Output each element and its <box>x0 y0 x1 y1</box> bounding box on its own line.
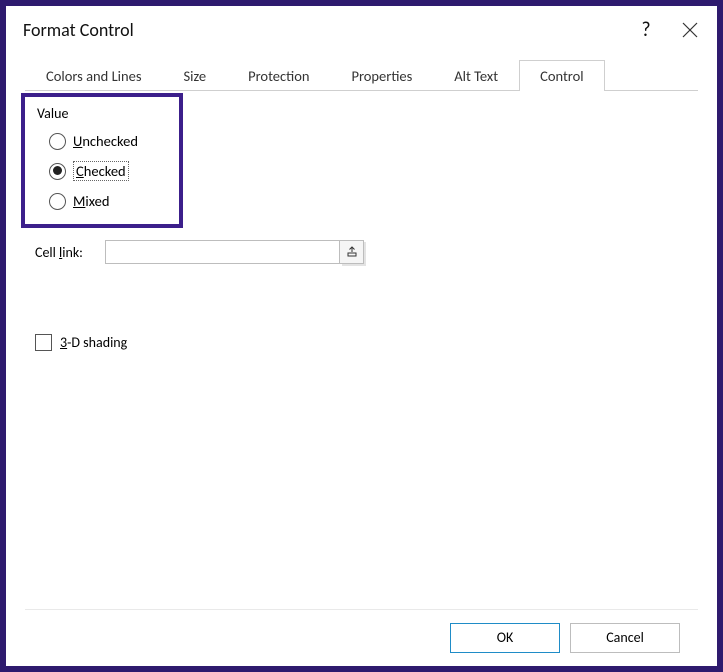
value-radio-group: Unchecked Checked Mixed <box>35 132 692 210</box>
close-button[interactable] <box>668 10 712 50</box>
shading-label: 3-D shading <box>60 334 127 351</box>
radio-input-icon <box>49 133 66 150</box>
dialog-body: Colors and Lines Size Protection Propert… <box>7 53 716 665</box>
tab-strip: Colors and Lines Size Protection Propert… <box>25 59 698 91</box>
radio-checked-label: Checked <box>73 161 129 181</box>
cell-link-input[interactable] <box>105 240 340 264</box>
refedit-icon <box>346 246 358 258</box>
radio-checked[interactable]: Checked <box>49 161 692 181</box>
shading-row[interactable]: 3-D shading <box>31 334 692 351</box>
radio-unchecked-label: Unchecked <box>73 132 138 150</box>
value-section-label: Value <box>35 105 692 122</box>
radio-mixed[interactable]: Mixed <box>49 192 692 210</box>
cell-link-row: Cell link: <box>31 240 692 264</box>
close-icon <box>682 22 698 38</box>
tab-properties[interactable]: Properties <box>330 60 433 91</box>
help-button[interactable]: ? <box>624 10 668 50</box>
dialog-title: Format Control <box>23 19 624 41</box>
value-section: Value Unchecked Checked Mixed <box>31 101 692 210</box>
tab-size[interactable]: Size <box>163 60 228 91</box>
tab-content-control: Value Unchecked Checked Mixed <box>25 91 698 609</box>
format-control-dialog: Format Control ? Colors and Lines Size P… <box>6 6 717 666</box>
radio-input-icon <box>49 163 66 180</box>
radio-unchecked[interactable]: Unchecked <box>49 132 692 150</box>
cancel-button[interactable]: Cancel <box>570 623 680 653</box>
titlebar: Format Control ? <box>7 7 716 53</box>
ok-button[interactable]: OK <box>450 623 560 653</box>
dialog-footer: OK Cancel <box>25 609 698 665</box>
radio-input-icon <box>49 193 66 210</box>
tab-protection[interactable]: Protection <box>227 60 330 91</box>
cell-link-label: Cell link: <box>35 244 105 261</box>
help-icon: ? <box>641 18 650 42</box>
radio-mixed-label: Mixed <box>73 192 109 210</box>
tab-alt-text[interactable]: Alt Text <box>433 60 519 91</box>
checkbox-icon <box>35 334 52 351</box>
tab-colors-and-lines[interactable]: Colors and Lines <box>25 60 163 91</box>
refedit-button[interactable] <box>340 240 364 264</box>
tab-control[interactable]: Control <box>519 60 605 91</box>
